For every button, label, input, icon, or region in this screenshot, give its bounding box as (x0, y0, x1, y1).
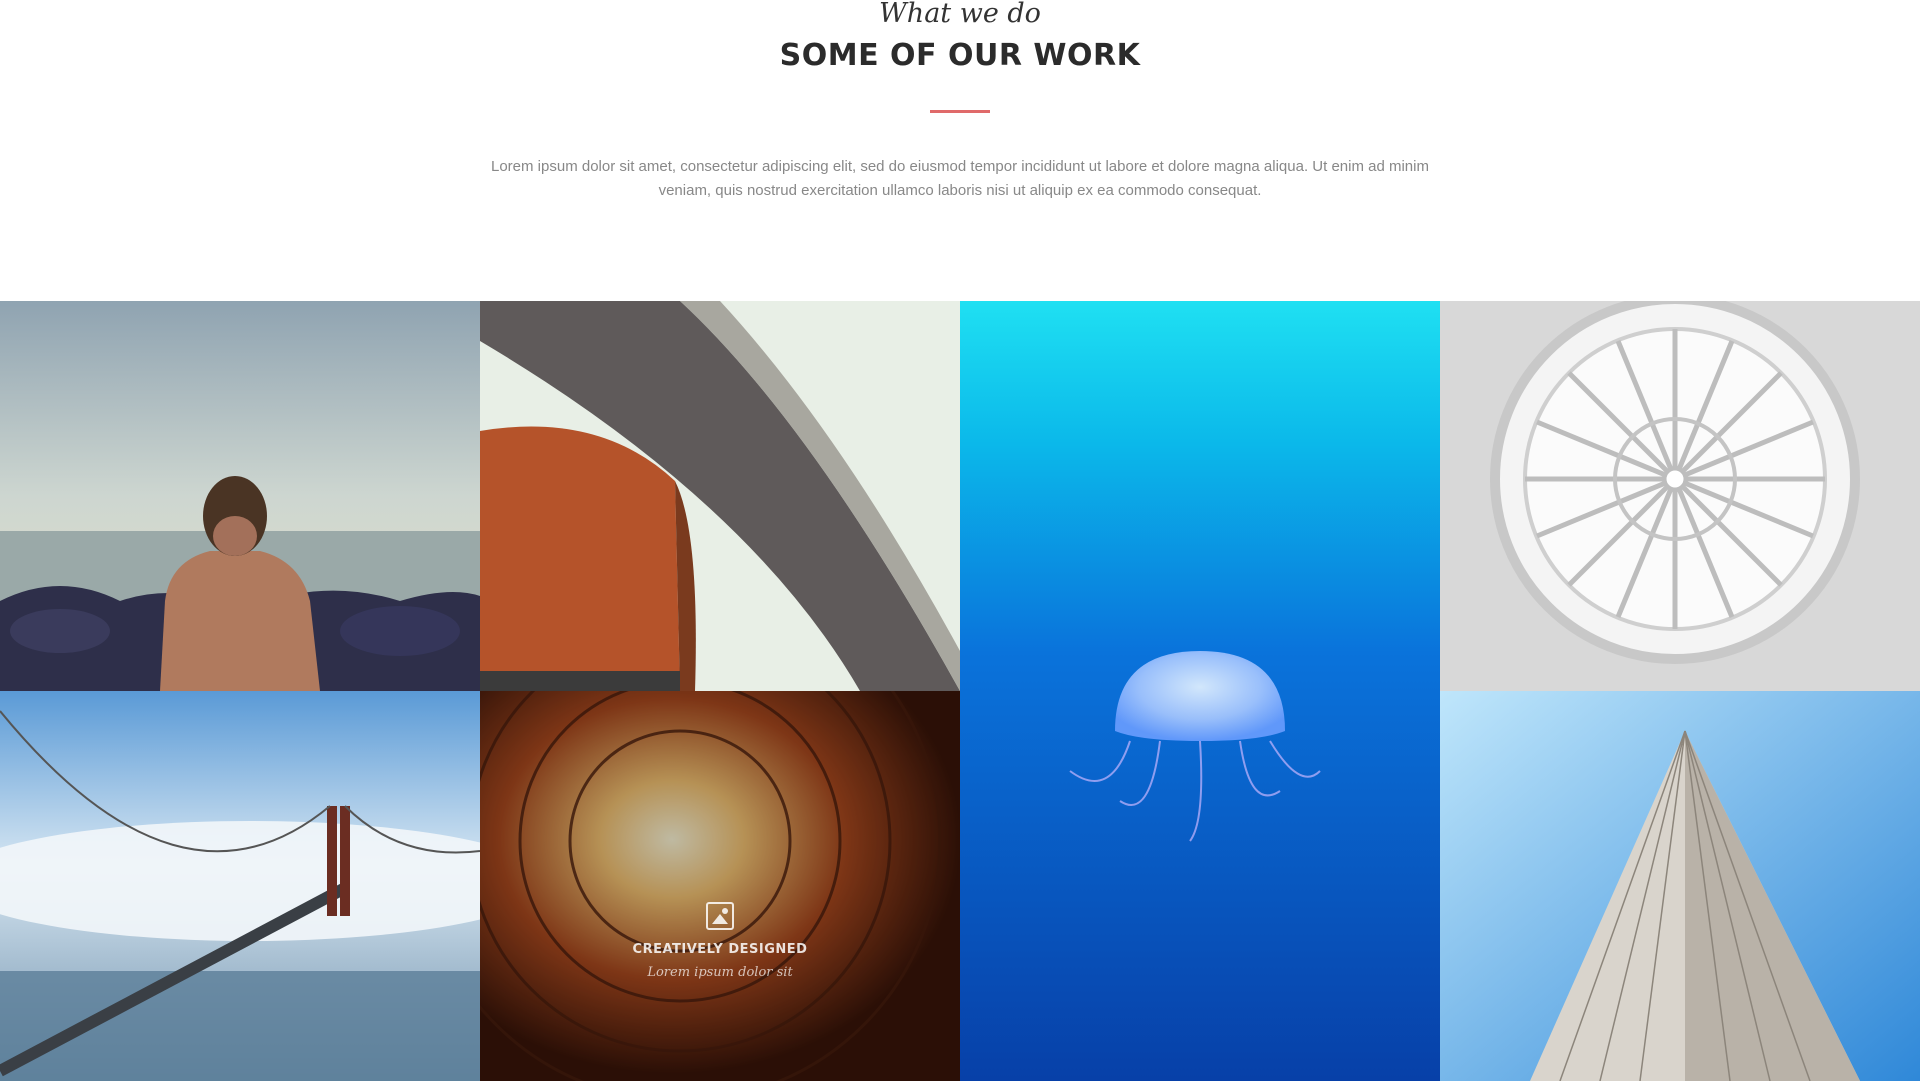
curved-building-image (480, 301, 960, 691)
portfolio-item-jellyfish[interactable] (960, 301, 1440, 1081)
portfolio-hover-overlay: CREATIVELY DESIGNED Lorem ipsum dolor si… (480, 691, 960, 1081)
section-title: SOME OF OUR WORK (779, 38, 1141, 73)
jellyfish-image (960, 301, 1440, 1081)
glass-dome-image (1440, 301, 1920, 691)
portfolio-item-courtyard-upward[interactable]: CREATIVELY DESIGNED Lorem ipsum dolor si… (480, 691, 960, 1081)
title-divider (930, 110, 990, 113)
portfolio-item-man-at-shore[interactable] (0, 301, 480, 691)
portfolio-gallery: CREATIVELY DESIGNED Lorem ipsum dolor si… (0, 301, 1920, 1081)
man-at-shore-image (0, 301, 480, 691)
portfolio-item-skyscraper[interactable] (1440, 691, 1920, 1081)
section-intro: Lorem ipsum dolor sit amet, consectetur … (491, 158, 1429, 199)
portfolio-item-curved-building[interactable] (480, 301, 960, 691)
portfolio-item-glass-dome[interactable] (1440, 301, 1920, 691)
skyscraper-image (1440, 691, 1920, 1081)
section-eyebrow: What we do (879, 0, 1041, 29)
image-icon (706, 902, 734, 930)
overlay-title: CREATIVELY DESIGNED (632, 942, 808, 957)
golden-gate-bridge-image (0, 691, 480, 1081)
overlay-subtitle: Lorem ipsum dolor sit (647, 965, 793, 980)
portfolio-item-golden-gate-bridge[interactable] (0, 691, 480, 1081)
